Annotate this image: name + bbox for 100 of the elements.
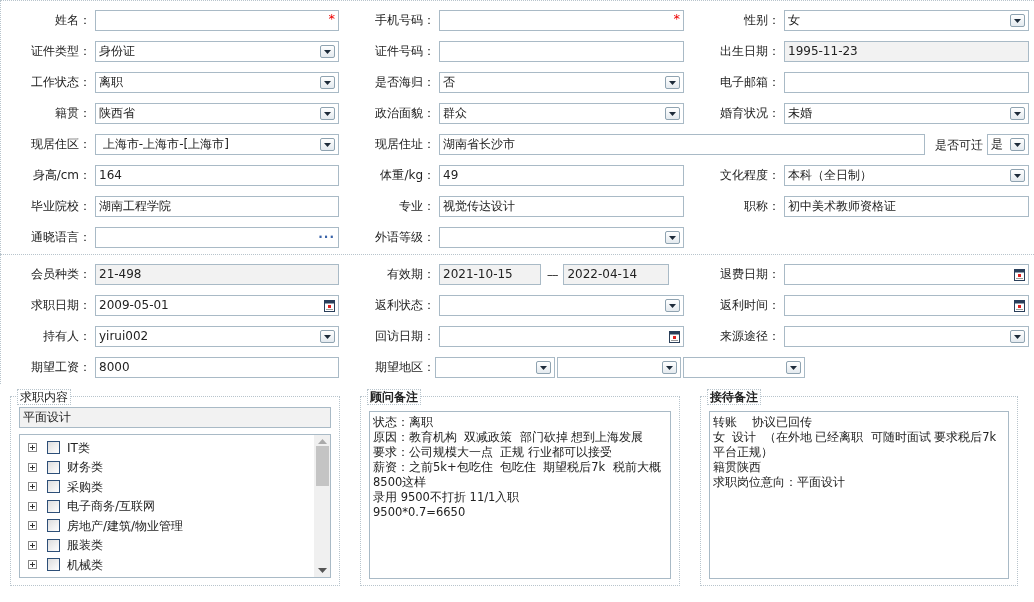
dropdown-field[interactable]: 群众 xyxy=(439,103,684,124)
expand-icon[interactable] xyxy=(28,540,37,550)
dropdown-field[interactable]: 上海市-上海市-[上海市] xyxy=(95,134,339,155)
checkbox[interactable] xyxy=(47,519,60,533)
dropdown-field[interactable] xyxy=(439,227,684,248)
dropdown-field[interactable]: 陕西省 xyxy=(95,103,339,124)
field-label: 返利时间： xyxy=(719,297,780,314)
dropdown-field[interactable] xyxy=(435,357,555,378)
tree-item-label[interactable]: 财务类 xyxy=(67,458,103,477)
dropdown-field[interactable]: 本科（全日制） xyxy=(784,165,1029,186)
scroll-down-icon[interactable] xyxy=(317,568,327,573)
calendar-icon[interactable] xyxy=(324,299,335,312)
field-label: 文化程度： xyxy=(719,167,780,184)
expand-icon[interactable] xyxy=(28,443,37,453)
panel-title: 求职内容 xyxy=(17,389,71,405)
date-field[interactable] xyxy=(784,295,1029,316)
scrollbar[interactable] xyxy=(314,435,330,577)
dropdown-field[interactable] xyxy=(557,357,681,378)
input-field[interactable]: ··· xyxy=(95,227,339,248)
field-label: 外语等级： xyxy=(374,229,435,246)
dropdown-field[interactable]: 离职 xyxy=(95,72,339,93)
dropdown-field[interactable]: 未婚 xyxy=(784,103,1029,124)
field-label: 证件类型： xyxy=(30,43,91,60)
date-field[interactable] xyxy=(439,326,684,347)
input-field[interactable]: 平面设计 xyxy=(19,407,331,428)
checkbox[interactable] xyxy=(47,460,60,474)
field-label: 籍贯： xyxy=(54,105,91,122)
calendar-icon[interactable] xyxy=(1014,299,1025,312)
dropdown-field[interactable] xyxy=(439,295,684,316)
field-label: 有效期： xyxy=(386,266,435,283)
field-label: 期望地区： xyxy=(374,359,435,376)
checkbox[interactable] xyxy=(47,480,60,494)
tree-item-label[interactable]: 机械类 xyxy=(67,555,103,574)
input-field[interactable]: * xyxy=(95,10,339,31)
dropdown-field[interactable] xyxy=(683,357,805,378)
input-field[interactable]: 1995-11-23 xyxy=(784,41,1029,62)
input-field[interactable] xyxy=(784,72,1029,93)
field-label: 通晓语言： xyxy=(30,229,91,246)
field-label: 返利状态： xyxy=(374,297,435,314)
field-label: 回访日期： xyxy=(374,328,435,345)
date-field[interactable]: 2009-05-01 xyxy=(95,295,339,316)
field-label: 现居住址： xyxy=(374,136,435,153)
notes-textarea[interactable]: 状态：离职 原因：教育机构 双减政策 部门砍掉 想到上海发展 要求：公司规模大一点 正规 行业都可以接受 薪资：之前5k+包吃住 包吃住 期望税后7k 税前大概8500这样 录用 9500不打折 11/1入职 9500*0.7=6650 xyxy=(369,411,671,579)
checkbox[interactable] xyxy=(47,499,60,513)
tree-item-label[interactable]: IT类 xyxy=(67,438,90,457)
field-label: 退费日期： xyxy=(719,266,780,283)
calendar-icon[interactable] xyxy=(669,330,680,343)
dropdown-field[interactable]: 否 xyxy=(439,72,684,93)
required-mark: * xyxy=(673,10,680,28)
input-field[interactable]: 初中美术教师资格证 xyxy=(784,196,1029,217)
field-label: 性别： xyxy=(743,12,780,29)
field-label: 毕业院校： xyxy=(30,198,91,215)
field-label: 婚育状况： xyxy=(719,105,780,122)
tree-item-label[interactable]: 采购类 xyxy=(67,477,103,496)
tree-item-label[interactable]: 房地产/建筑/物业管理 xyxy=(67,516,184,535)
required-mark: * xyxy=(328,10,335,28)
dropdown-field[interactable]: 是 xyxy=(987,134,1029,155)
tree-item-label[interactable]: 电子商务/互联网 xyxy=(67,497,156,516)
expand-icon[interactable] xyxy=(28,521,37,531)
field-label: 持有人： xyxy=(42,328,91,345)
input-field[interactable]: 2022-04-14 xyxy=(563,264,670,285)
input-field[interactable]: 湖南工程学院 xyxy=(95,196,339,217)
dropdown-field[interactable]: 女 xyxy=(784,10,1029,31)
expand-icon[interactable] xyxy=(28,560,37,570)
dropdown-field[interactable]: 身份证 xyxy=(95,41,339,62)
dropdown-field[interactable]: yirui002 xyxy=(95,326,339,347)
checkbox[interactable] xyxy=(47,538,60,552)
field-label: 姓名： xyxy=(54,12,91,29)
input-field[interactable]: 164 xyxy=(95,165,339,186)
checkbox[interactable] xyxy=(47,441,60,455)
expand-icon[interactable] xyxy=(28,501,37,511)
field-label: 电子邮箱： xyxy=(719,74,780,91)
field-label: 出生日期： xyxy=(719,43,780,60)
checkbox[interactable] xyxy=(47,558,60,572)
field-label: 身高/cm： xyxy=(31,167,91,184)
field-label: 体重/kg： xyxy=(379,167,435,184)
input-field[interactable]: 2021-10-15 xyxy=(439,264,541,285)
notes-textarea[interactable]: 转账 协议已回传 女 设计 （在外地 已经离职 可随时面试 要求税后7k 平台正规） 籍贯陕西 求职岗位意向：平面设计 xyxy=(709,411,1009,579)
field-label: 证件号码： xyxy=(374,43,435,60)
date-field[interactable] xyxy=(784,264,1029,285)
expand-icon[interactable] xyxy=(28,462,37,472)
calendar-icon[interactable] xyxy=(1014,268,1025,281)
field-label: 期望工资： xyxy=(30,359,91,376)
input-field[interactable]: * xyxy=(439,10,684,31)
field-label: 政治面貌： xyxy=(374,105,435,122)
more-button[interactable]: ··· xyxy=(318,228,335,247)
field-label: 来源途径： xyxy=(719,328,780,345)
input-field[interactable]: 49 xyxy=(439,165,684,186)
expand-icon[interactable] xyxy=(28,482,37,492)
dropdown-field[interactable] xyxy=(784,326,1029,347)
input-field[interactable]: 21-498 xyxy=(95,264,339,285)
input-field[interactable]: 8000 xyxy=(95,357,339,378)
panel-title: 接待备注 xyxy=(707,389,761,405)
tree-item-label[interactable]: 服装类 xyxy=(67,536,103,555)
field-label: 手机号码： xyxy=(374,12,435,29)
input-field[interactable]: 湖南省长沙市 xyxy=(439,134,925,155)
field-label: 专业： xyxy=(398,198,435,215)
input-field[interactable]: 视觉传达设计 xyxy=(439,196,684,217)
input-field[interactable] xyxy=(439,41,684,62)
scrollbar-thumb[interactable] xyxy=(315,446,329,486)
